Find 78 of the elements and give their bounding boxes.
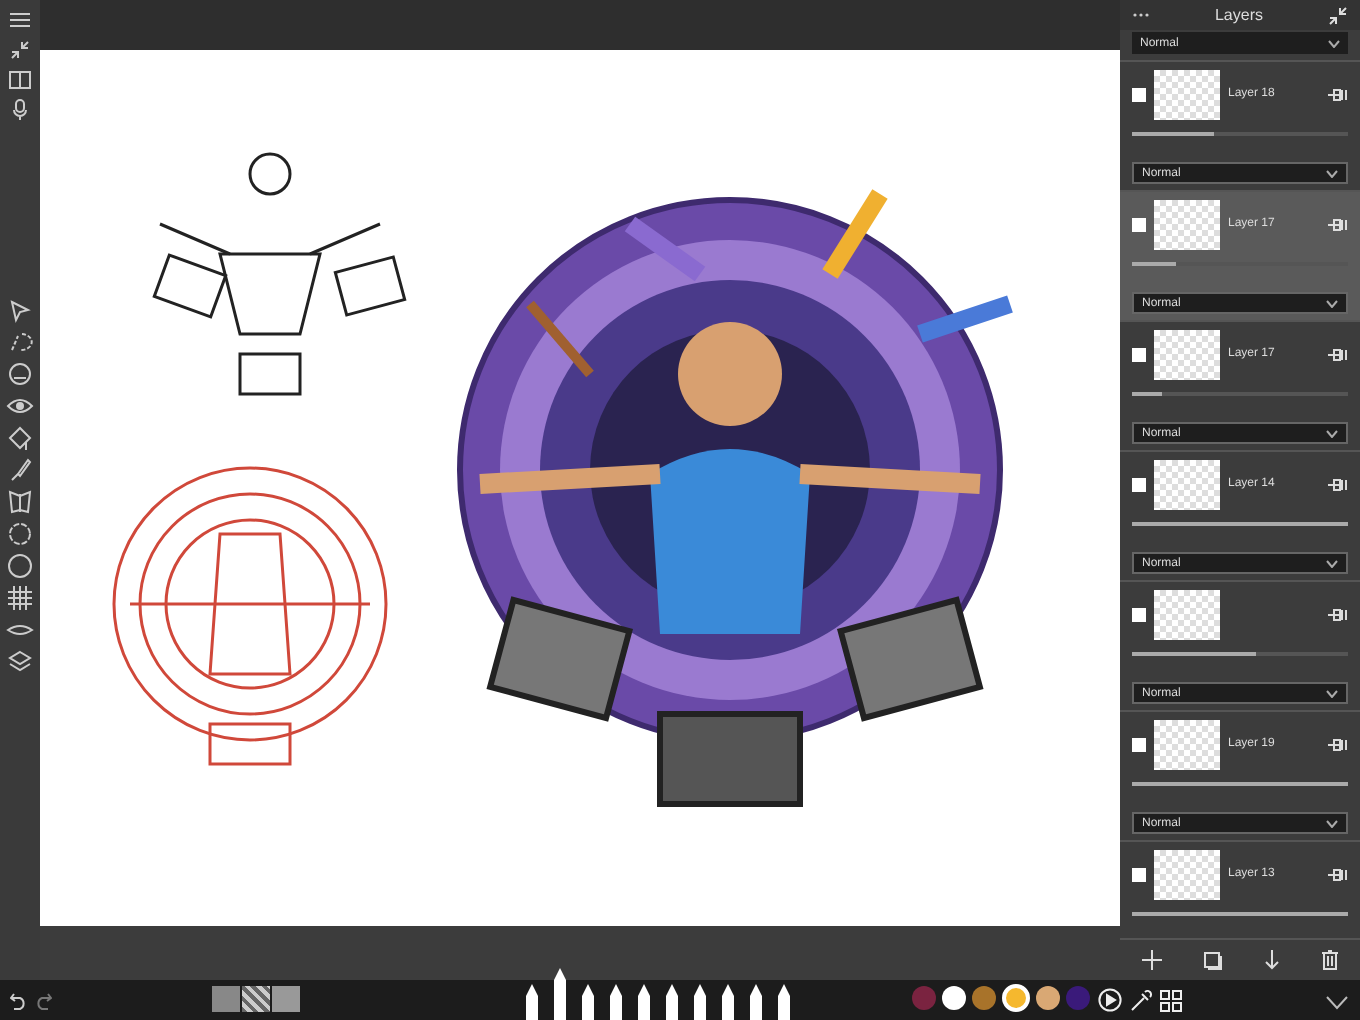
pen-tool-icon[interactable] [552, 968, 568, 1020]
pen-tool-icon[interactable] [580, 984, 596, 1020]
layer-thumbnail [1154, 70, 1220, 121]
panel-title: Layers [1214, 3, 1263, 28]
opacity-slider[interactable] [1132, 132, 1348, 137]
color-swatch[interactable] [912, 986, 936, 1010]
layer-checkbox[interactable] [1132, 88, 1146, 103]
trash-icon[interactable] [1322, 950, 1339, 971]
layer-thumbnail [1154, 460, 1220, 511]
opacity-slider[interactable] [1132, 912, 1348, 917]
texture-swatch[interactable] [212, 986, 240, 1012]
ellipse-icon[interactable] [6, 552, 34, 580]
layer-thumbnail [1154, 200, 1220, 251]
layer-checkbox[interactable] [1132, 348, 1146, 363]
chevron-down-icon [1326, 169, 1338, 178]
pen-tool-icon[interactable] [608, 984, 624, 1020]
layer-checkbox[interactable] [1132, 608, 1146, 623]
texture-swatch[interactable] [242, 986, 270, 1012]
layer-options-icon[interactable] [1328, 218, 1348, 233]
layer-checkbox[interactable] [1132, 478, 1146, 493]
pen-tool-icon[interactable] [524, 984, 540, 1020]
play-icon[interactable] [1098, 988, 1122, 1012]
layer-checkbox[interactable] [1132, 868, 1146, 883]
eyedropper-icon[interactable] [1130, 990, 1152, 1012]
pen-tool-icon[interactable] [776, 984, 792, 1020]
layer-thumbnail [1154, 720, 1220, 771]
opacity-slider[interactable] [1132, 652, 1348, 657]
layer-options-icon[interactable] [1328, 478, 1348, 493]
circle-icon[interactable] [6, 520, 34, 548]
redo-icon[interactable] [34, 992, 52, 1010]
pen-tool-icon[interactable] [692, 984, 708, 1020]
chevron-down-icon [1326, 299, 1338, 308]
grid-icon[interactable] [1160, 990, 1182, 1012]
symmetry-icon[interactable] [6, 488, 34, 516]
layer-options-icon[interactable] [1328, 608, 1348, 623]
chevron-down-icon [1326, 559, 1338, 568]
color-swatch[interactable] [1066, 986, 1090, 1010]
collapse-icon[interactable] [6, 36, 34, 64]
color-swatch[interactable] [972, 986, 996, 1010]
chevron-down-icon [1328, 39, 1340, 48]
layer-checkbox[interactable] [1132, 738, 1146, 753]
layer-checkbox[interactable] [1132, 218, 1146, 233]
arrow-down-icon[interactable] [1264, 950, 1281, 971]
transform-icon[interactable] [6, 360, 34, 388]
pen-tool-icon[interactable] [748, 984, 764, 1020]
chevron-down-icon [1326, 689, 1338, 698]
grid-icon[interactable] [6, 584, 34, 612]
layer-options-icon[interactable] [1328, 738, 1348, 753]
layer-options-icon[interactable] [1328, 88, 1348, 103]
layer-thumbnail [1154, 590, 1220, 641]
opacity-slider[interactable] [1132, 522, 1348, 527]
layer-options-icon[interactable] [1328, 348, 1348, 363]
undo-icon[interactable] [10, 992, 28, 1010]
pen-tool-icon[interactable] [664, 984, 680, 1020]
chevron-down-icon [1326, 429, 1338, 438]
lasso-icon[interactable] [6, 328, 34, 356]
opacity-slider[interactable] [1132, 782, 1348, 787]
more-icon[interactable] [1132, 12, 1150, 19]
chevron-down-icon [1326, 819, 1338, 828]
layer-thumbnail [1154, 850, 1220, 901]
color-swatch[interactable] [1036, 986, 1060, 1010]
layer-options-icon[interactable] [1328, 868, 1348, 883]
duplicate-icon[interactable] [1203, 951, 1222, 970]
drawing-canvas[interactable] [40, 50, 1120, 926]
pen-tool-icon[interactable] [636, 984, 652, 1020]
color-swatch[interactable] [1002, 984, 1030, 1012]
add-icon[interactable] [1141, 950, 1162, 971]
collapse-icon[interactable] [1327, 5, 1348, 26]
book-icon[interactable] [6, 66, 34, 94]
chevron-down-icon[interactable] [1326, 996, 1348, 1010]
brush-icon[interactable] [6, 456, 34, 484]
selection-icon[interactable] [6, 296, 34, 324]
layer-thumbnail [1154, 330, 1220, 381]
texture-swatch[interactable] [272, 986, 300, 1012]
fill-icon[interactable] [6, 424, 34, 452]
pen-tool-icon[interactable] [720, 984, 736, 1020]
layers-icon[interactable] [6, 648, 34, 676]
color-swatch[interactable] [942, 986, 966, 1010]
